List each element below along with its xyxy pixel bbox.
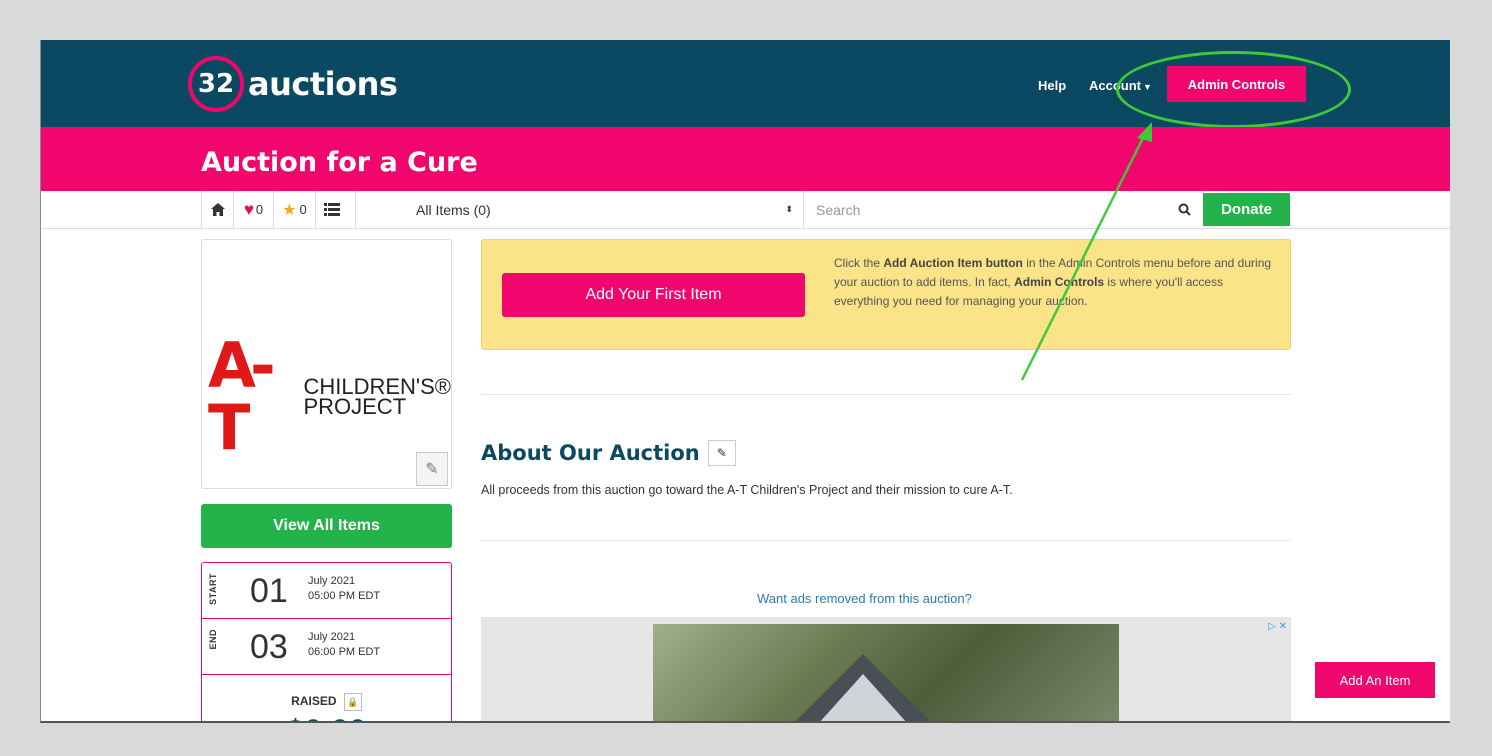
section-divider: [481, 394, 1291, 395]
end-time: 06:00 PM EDT: [308, 646, 381, 658]
edit-about-button[interactable]: ✎: [707, 440, 736, 466]
logo-number: 32: [197, 69, 235, 99]
about-heading: About Our Auction ✎: [481, 440, 736, 466]
add-an-item-button[interactable]: Add An Item: [1315, 662, 1435, 698]
auction-dates-card: START 01 July 2021 05:00 PM EDT END 03 J…: [201, 562, 452, 721]
help-link[interactable]: Help: [1038, 78, 1066, 93]
end-date-row: END 03 July 2021 06:00 PM EDT: [202, 619, 451, 675]
heart-icon: ♥: [243, 199, 254, 219]
favorites-button[interactable]: ♥ 0: [234, 191, 274, 228]
search-placeholder: Search: [816, 201, 861, 218]
logo-text: auctions: [248, 65, 398, 103]
start-time: 05:00 PM EDT: [308, 590, 381, 602]
ad-building-window: [818, 674, 908, 721]
remove-ads-link[interactable]: Want ads removed from this auction?: [757, 591, 972, 606]
start-month: July 2021: [308, 575, 356, 587]
callout-instructions: Click the Add Auction Item button in the…: [834, 254, 1274, 311]
list-view-button[interactable]: [316, 191, 356, 228]
organization-logo-card: A-T CHILDREN'S® PROJECT ✎: [201, 239, 452, 489]
category-select[interactable]: All Items (0) ⬍: [404, 191, 804, 228]
view-all-items-button[interactable]: View All Items: [201, 504, 452, 548]
lock-icon[interactable]: 🔒: [343, 693, 362, 711]
edit-logo-button[interactable]: ✎: [416, 452, 448, 486]
start-day: 01: [250, 572, 288, 610]
home-icon: [210, 203, 225, 216]
add-first-item-button[interactable]: Add Your First Item: [502, 273, 805, 317]
start-date-row: START 01 July 2021 05:00 PM EDT: [202, 563, 451, 619]
category-select-value: All Items (0): [416, 201, 491, 218]
end-day: 03: [250, 628, 288, 666]
end-label: END: [208, 629, 218, 650]
search-icon[interactable]: [1178, 203, 1191, 216]
pencil-icon: ✎: [716, 446, 727, 460]
advertisement[interactable]: ▷ ✕: [481, 617, 1291, 721]
donate-button[interactable]: Donate: [1203, 193, 1290, 226]
site-logo[interactable]: 32 auctions: [188, 56, 398, 112]
org-logo-text: CHILDREN'S® PROJECT: [303, 376, 451, 419]
top-navbar: 32 auctions Help Account ▼ Admin Controls: [41, 40, 1450, 128]
watch-count: 0: [299, 202, 307, 217]
annotation-highlight-ellipse: [1116, 51, 1351, 128]
auction-toolbar: ♥ 0 ★ 0 All Items (0) ⬍ Search Donate: [41, 191, 1450, 229]
raised-label-row: RAISED 🔒: [202, 693, 451, 711]
select-arrows-icon: ⬍: [785, 204, 793, 214]
browser-viewport: 32 auctions Help Account ▼ Admin Controls…: [40, 40, 1450, 723]
star-icon: ★: [282, 201, 297, 219]
getting-started-callout: Add Your First Item Click the Add Auctio…: [481, 239, 1291, 350]
list-icon: [324, 203, 340, 216]
callout-bold-1: Add Auction Item button: [883, 256, 1023, 270]
start-label: START: [208, 573, 218, 605]
watchlist-button[interactable]: ★ 0: [274, 191, 316, 228]
adchoices-icon[interactable]: ▷ ✕: [1268, 621, 1287, 632]
end-month: July 2021: [308, 631, 356, 643]
org-name-line2: PROJECT: [303, 394, 407, 419]
callout-text-1: Click the: [834, 256, 884, 270]
callout-bold-2: Admin Controls: [1014, 275, 1105, 289]
auction-title: Auction for a Cure: [201, 147, 478, 178]
logo-circle-icon: 32: [188, 56, 244, 112]
raised-label: RAISED: [291, 694, 337, 709]
ad-image[interactable]: [653, 624, 1119, 721]
raised-amount: $0.00: [202, 713, 451, 721]
organization-logo: A-T CHILDREN'S® PROJECT: [208, 335, 451, 459]
about-title: About Our Auction: [481, 441, 700, 465]
search-input[interactable]: Search: [804, 191, 1204, 228]
pencil-icon: ✎: [425, 461, 439, 478]
home-button[interactable]: [201, 191, 234, 228]
section-divider: [481, 540, 1291, 541]
about-description: All proceeds from this auction go toward…: [481, 483, 1013, 497]
org-logo-mark: A-T: [208, 329, 276, 464]
favorites-count: 0: [255, 202, 264, 217]
auction-title-bar: Auction for a Cure: [41, 127, 1450, 191]
